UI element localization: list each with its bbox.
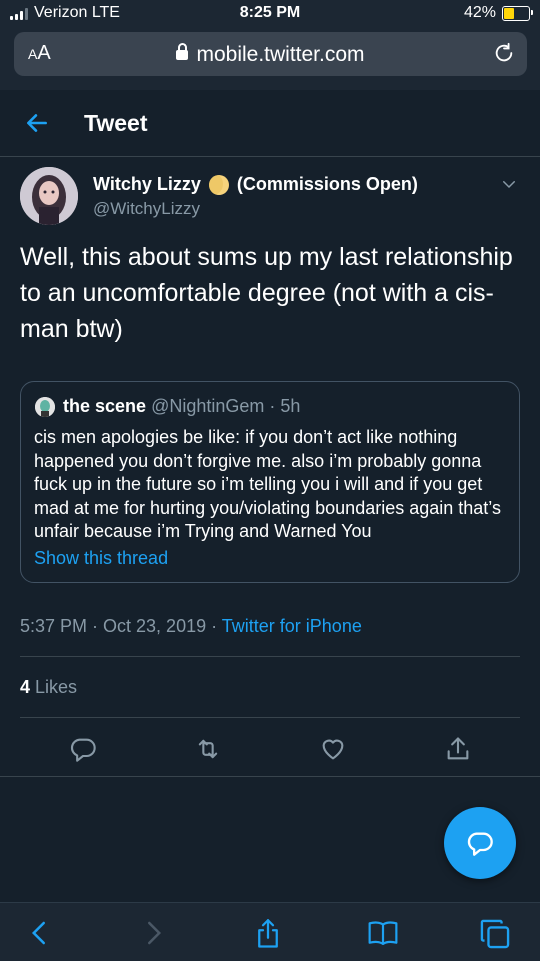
share-sheet-icon[interactable]	[253, 917, 285, 949]
url-text: mobile.twitter.com	[196, 43, 365, 66]
compose-button[interactable]	[444, 807, 516, 879]
bookmarks-icon[interactable]	[366, 917, 398, 949]
status-bar: Verizon LTE 8:25 PM 42%	[0, 0, 540, 28]
author-handle[interactable]: @WitchyLizzy	[93, 199, 200, 219]
quoted-avatar	[35, 397, 55, 417]
browser-bar: AA mobile.twitter.com	[0, 28, 540, 90]
back-icon[interactable]	[25, 917, 57, 949]
divider	[20, 656, 520, 657]
address-bar[interactable]: AA mobile.twitter.com	[14, 32, 527, 76]
clock: 8:25 PM	[239, 4, 301, 21]
battery-percent: 42%	[463, 4, 496, 21]
timestamp: 5:37 PM · Oct 23, 2019 ·	[20, 616, 222, 636]
author-name: Witchy Lizzy	[93, 174, 201, 194]
likes-number: 4	[20, 677, 31, 697]
forward-icon	[138, 917, 170, 949]
show-thread-link[interactable]: Show this thread	[34, 548, 168, 569]
avatar[interactable]	[20, 167, 78, 225]
author-suffix: (Commissions Open)	[236, 174, 418, 194]
page-title: Tweet	[84, 110, 148, 136]
quoted-header: the scene @NightinGem · 5h	[63, 396, 300, 417]
divider	[0, 776, 540, 777]
source-link[interactable]: Twitter for iPhone	[222, 616, 362, 636]
heart-icon[interactable]	[319, 735, 349, 765]
retweet-icon[interactable]	[193, 735, 223, 765]
divider	[20, 717, 520, 718]
tweet-meta: 5:37 PM · Oct 23, 2019 · Twitter for iPh…	[20, 616, 362, 637]
quoted-tweet[interactable]: the scene @NightinGem · 5h cis men apolo…	[20, 381, 520, 583]
lock-icon	[176, 43, 189, 60]
browser-toolbar	[0, 902, 540, 961]
reload-icon[interactable]	[493, 42, 515, 69]
author-name-row[interactable]: Witchy Lizzy (Commissions Open)	[93, 174, 418, 195]
quoted-handle-time: @NightinGem · 5h	[151, 396, 301, 416]
tabs-icon[interactable]	[478, 917, 510, 949]
compose-icon	[467, 832, 493, 856]
tweet-text: Well, this about sums up my last relatio…	[20, 243, 513, 343]
share-icon[interactable]	[444, 735, 474, 765]
moon-icon	[208, 174, 229, 195]
url-field[interactable]: mobile.twitter.com	[14, 43, 527, 67]
arrow-left-icon[interactable]	[24, 110, 50, 141]
tweet-actions	[0, 729, 540, 779]
quoted-text: cis men apologies be like: if you don’t …	[34, 427, 501, 541]
reply-icon[interactable]	[69, 735, 99, 765]
battery-icon	[502, 5, 533, 21]
page-header: Tweet	[0, 90, 540, 157]
quoted-author-name: the scene	[63, 396, 147, 416]
likes-label: Likes	[30, 677, 78, 697]
chevron-down-icon[interactable]	[500, 175, 518, 198]
likes-count[interactable]: 4 Likes	[20, 677, 77, 698]
